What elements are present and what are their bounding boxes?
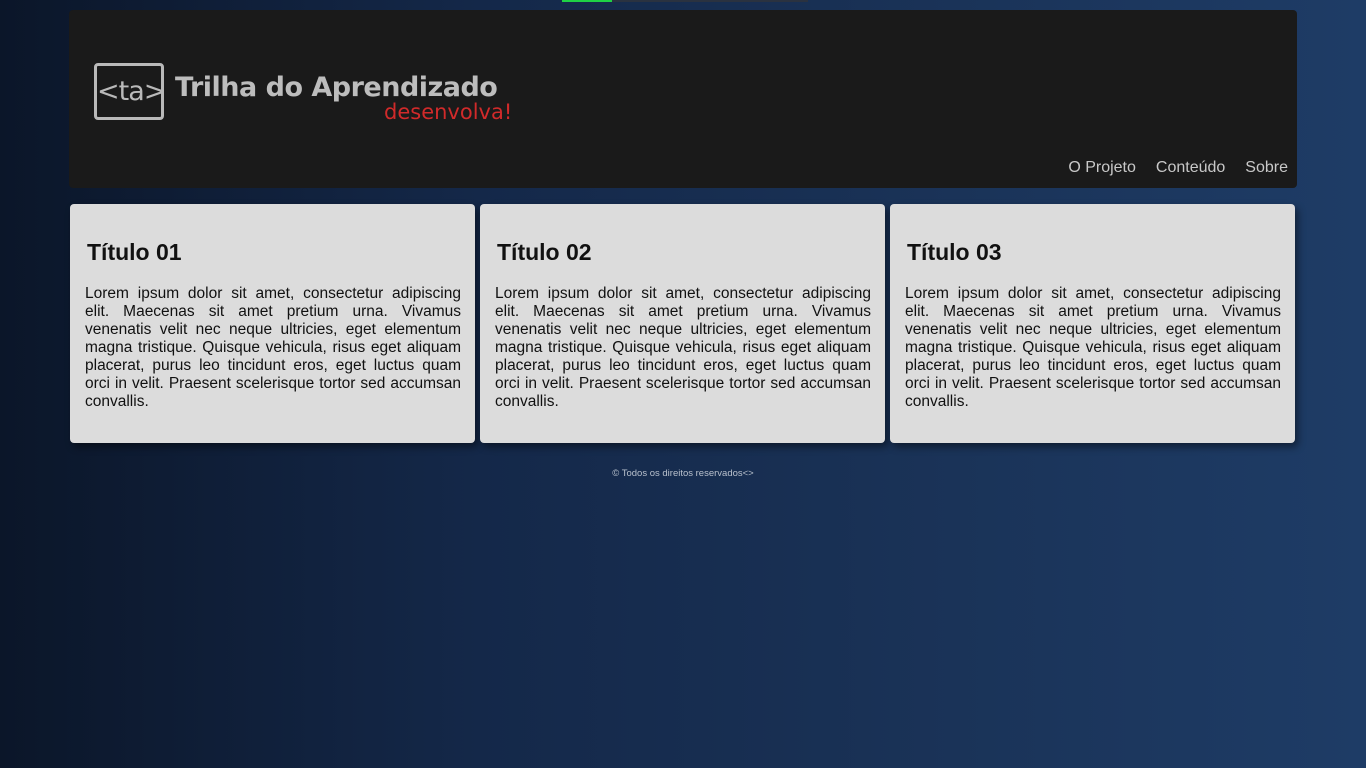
top-progress-strip <box>562 0 808 2</box>
nav-link-o-projeto[interactable]: O Projeto <box>1068 159 1136 177</box>
top-progress-fill <box>562 0 612 2</box>
site-header: <ta> Trilha do Aprendizado desenvolva! O… <box>69 10 1297 188</box>
card-title: Título 03 <box>907 239 1002 265</box>
nav-link-sobre[interactable]: Sobre <box>1245 159 1288 177</box>
card-text: Lorem ipsum dolor sit amet, consectetur … <box>495 285 871 410</box>
logo-mark: <ta> <box>94 63 166 120</box>
logo-subtitle: desenvolva! <box>384 100 513 124</box>
card-text: Lorem ipsum dolor sit amet, consectetur … <box>905 285 1281 410</box>
logo-title: Trilha do Aprendizado <box>175 72 498 103</box>
card-2: Título 02 Lorem ipsum dolor sit amet, co… <box>480 204 885 443</box>
card-3: Título 03 Lorem ipsum dolor sit amet, co… <box>890 204 1295 443</box>
nav-link-conteudo[interactable]: Conteúdo <box>1156 159 1225 177</box>
card-title: Título 01 <box>87 239 182 265</box>
main-nav: O Projeto Conteúdo Sobre <box>1068 159 1288 177</box>
site-logo[interactable]: <ta> Trilha do Aprendizado desenvolva! <box>94 63 534 127</box>
card-title: Título 02 <box>497 239 592 265</box>
site-footer: © Todos os direitos reservados<> <box>612 468 754 479</box>
cards-section: Título 01 Lorem ipsum dolor sit amet, co… <box>70 204 1295 443</box>
card-text: Lorem ipsum dolor sit amet, consectetur … <box>85 285 461 410</box>
card-1: Título 01 Lorem ipsum dolor sit amet, co… <box>70 204 475 443</box>
